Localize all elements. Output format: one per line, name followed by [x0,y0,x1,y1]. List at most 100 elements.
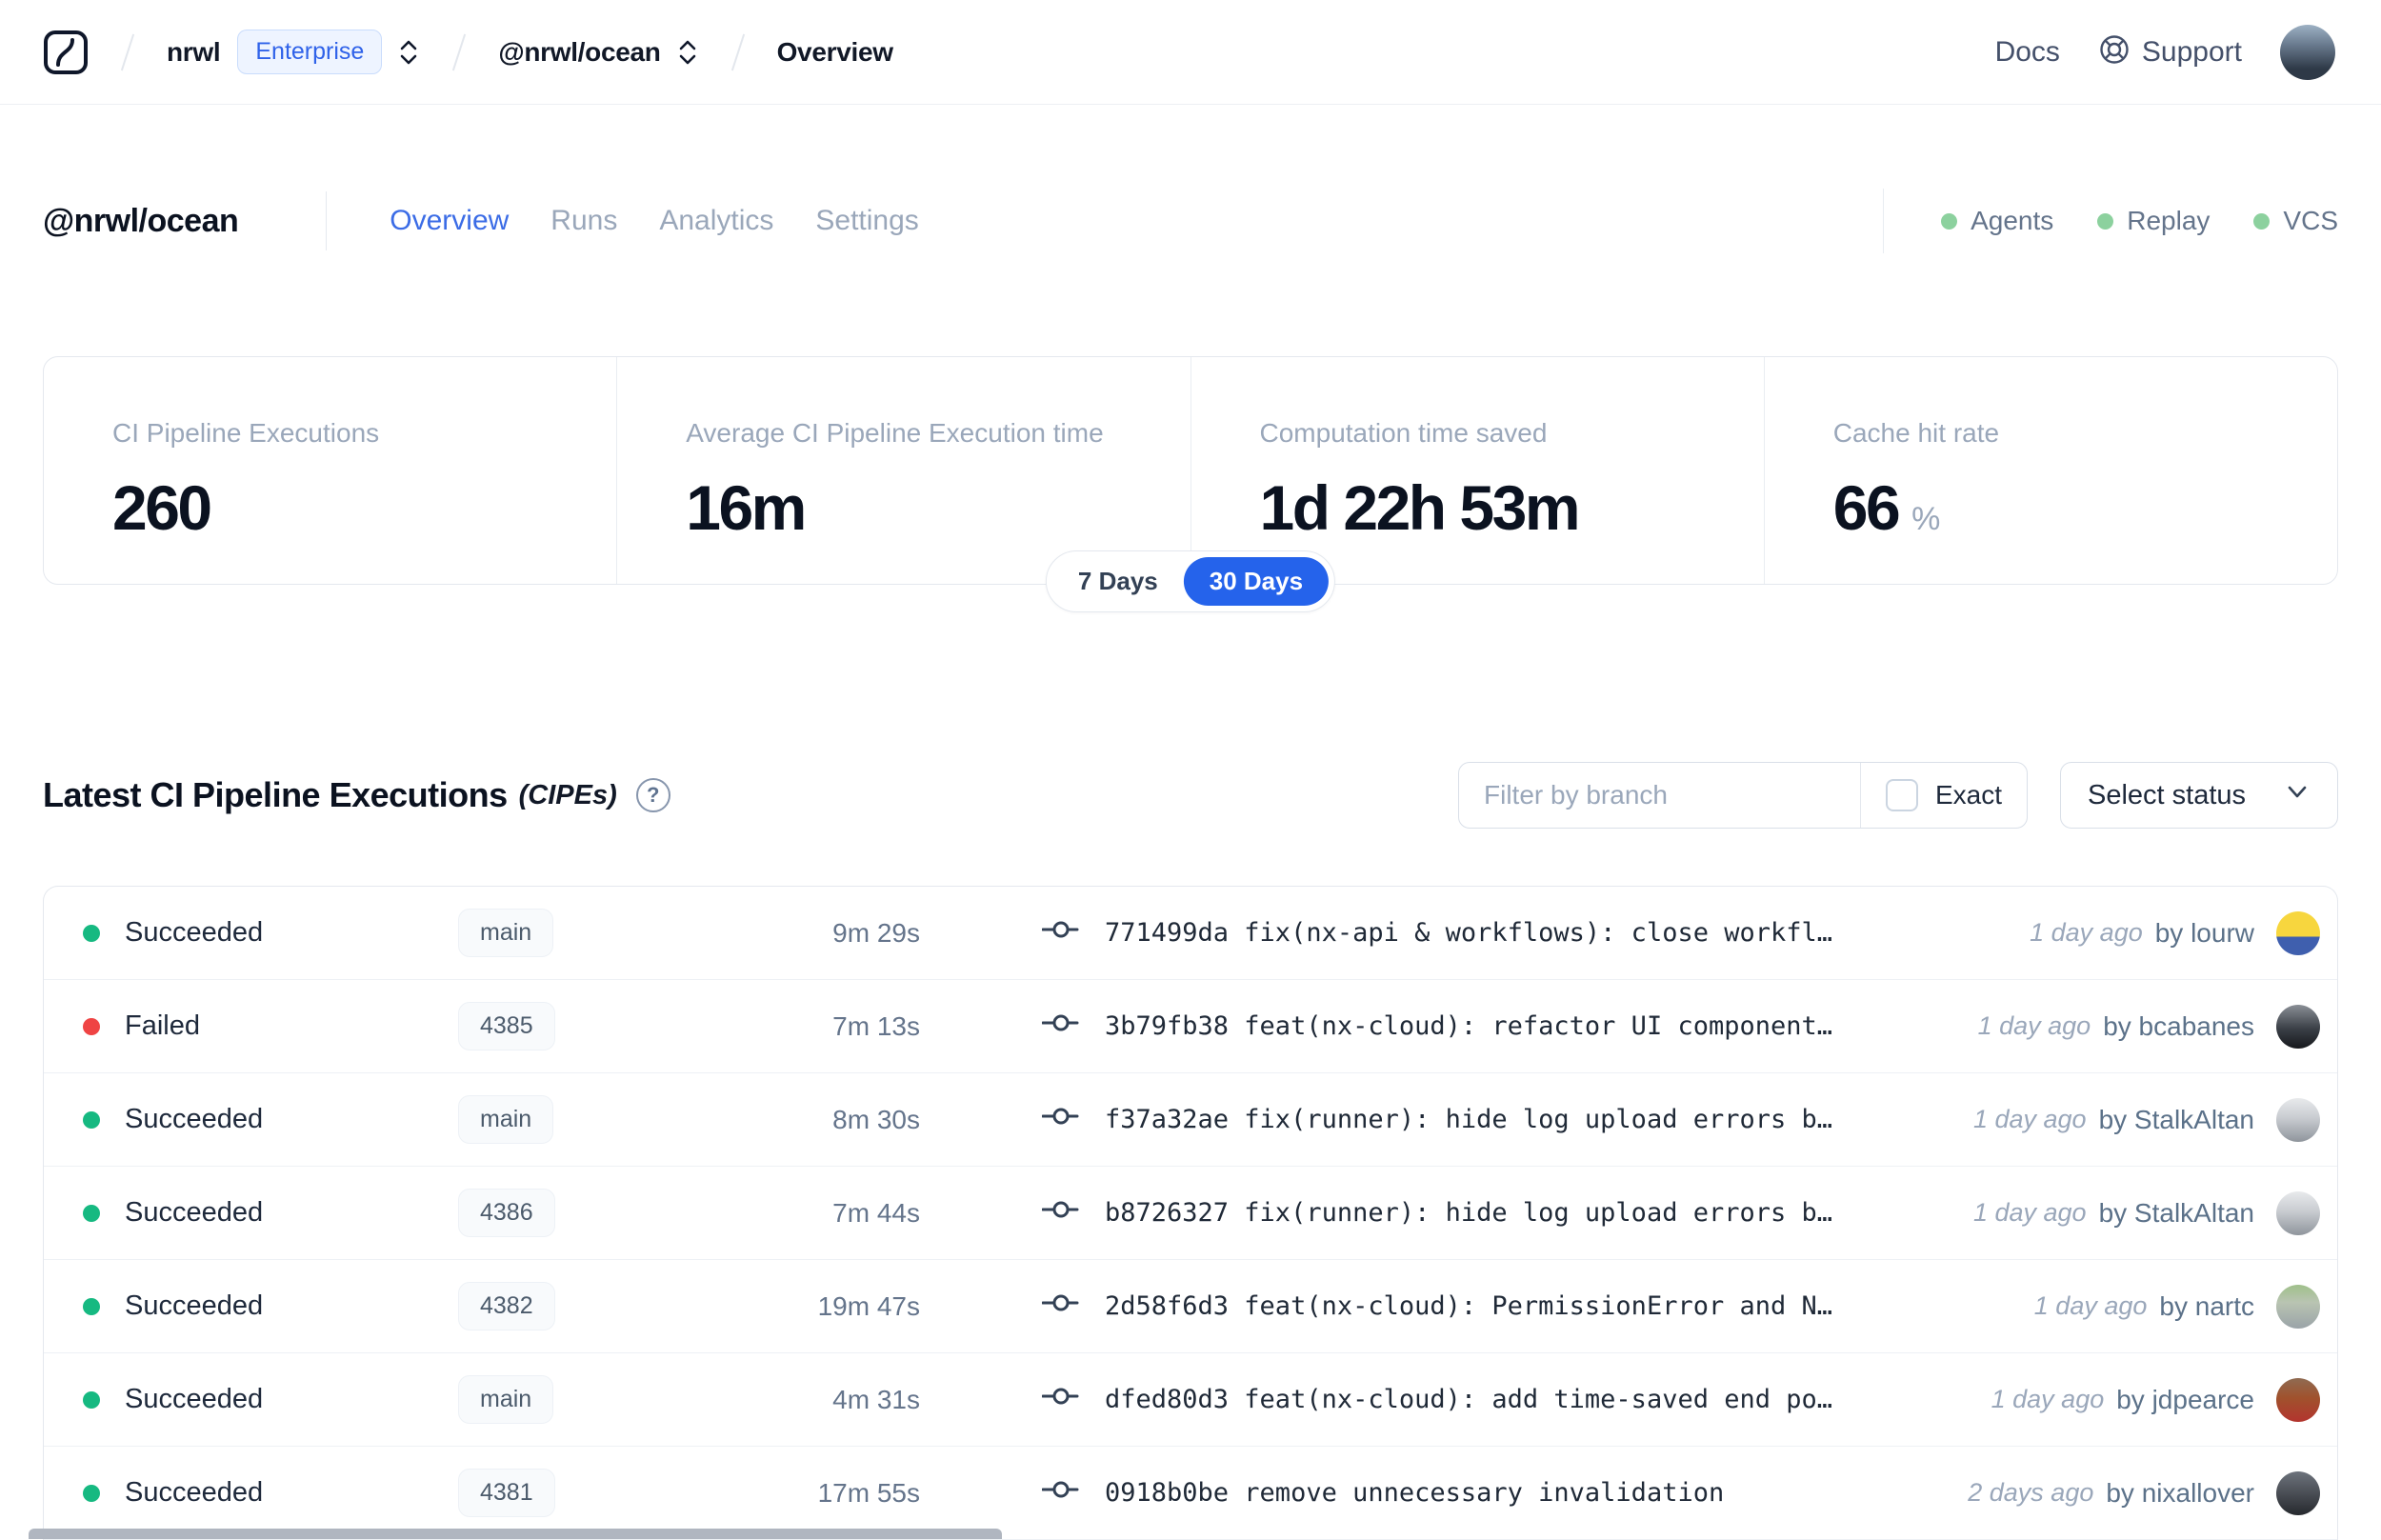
breadcrumb-workspace[interactable]: @nrwl/ocean [498,37,661,68]
nx-cloud-logo-icon[interactable] [43,30,89,75]
git-commit-icon [1041,1476,1082,1510]
time-ago-label: 1 day ago [1991,1385,2105,1413]
tab-analytics[interactable]: Analytics [659,205,773,237]
branch-badge[interactable]: 4381 [458,1469,555,1517]
org-switcher-chevron-up-down-icon[interactable] [397,38,420,67]
git-commit-icon [1041,916,1082,950]
date-range-toggle: 7 Days 30 Days [1045,550,1336,612]
cipe-list-filters: Exact Select status [1458,762,2338,829]
tab-overview[interactable]: Overview [390,205,509,237]
author-avatar [2276,1284,2320,1329]
help-question-circle-icon[interactable]: ? [635,778,670,812]
breadcrumb-org[interactable]: nrwl [167,37,221,68]
horizontal-scrollbar-thumb[interactable] [29,1529,1002,1539]
author-label: by StalkAltan [2098,1104,2254,1134]
status-label: Succeeded [125,1477,264,1508]
commit-cell[interactable]: b8726327 fix(runner): hide log upload er… [1041,1196,1945,1230]
duration-label: 17m 55s [817,1477,920,1508]
branch-filter-group: Exact [1458,762,2028,829]
branch-filter-input[interactable] [1459,763,1860,828]
author-label: by nartc [2159,1290,2254,1321]
main-content: @nrwl/ocean Overview Runs Analytics Sett… [0,189,2381,1540]
status-label: Failed [125,1010,200,1041]
tab-settings[interactable]: Settings [815,205,918,237]
cipe-table-row[interactable]: Failed 4385 7m 13s 3b79fb38 feat(nx-clou… [44,980,2337,1073]
branch-badge[interactable]: 4385 [458,1002,555,1050]
duration-label: 4m 31s [832,1384,920,1414]
stat-cache-hit-rate: Cache hit rate 66% [1763,357,2337,584]
commit-cell[interactable]: 2d58f6d3 feat(nx-cloud): PermissionError… [1041,1290,2006,1323]
range-7-days-button[interactable]: 7 Days [1052,557,1184,606]
workspace-switcher-chevron-up-down-icon[interactable] [676,38,699,67]
duration-label: 19m 47s [817,1290,920,1321]
git-commit-icon [1041,1103,1082,1136]
branch-cell: 4386 [458,1189,696,1237]
cipe-table-row[interactable]: Succeeded 4381 17m 55s 0918b0be remove u… [44,1447,2337,1540]
status-label: Succeeded [125,1104,264,1134]
branch-badge[interactable]: main [458,1095,554,1144]
author-label: by nixallover [2106,1477,2254,1508]
author-label: by StalkAltan [2098,1197,2254,1228]
docs-link[interactable]: Docs [1995,36,2060,69]
cipe-table-row[interactable]: Succeeded 4382 19m 47s 2d58f6d3 feat(nx-… [44,1260,2337,1353]
row-meta: 1 day ago by nartc [2006,1284,2320,1329]
status-select-dropdown[interactable]: Select status [2060,762,2338,829]
tab-runs[interactable]: Runs [550,205,617,237]
life-ring-icon [2098,33,2131,70]
support-label[interactable]: Support [2142,36,2242,69]
green-dot-icon [1941,212,1958,230]
commit-cell[interactable]: 771499da fix(nx-api & workflows): close … [1041,916,2001,950]
status-dot-icon [83,1017,100,1035]
cipe-table-row[interactable]: Succeeded main 4m 31s dfed80d3 feat(nx-c… [44,1353,2337,1447]
exact-toggle[interactable]: Exact [1861,763,2027,828]
stat-value: 16m [686,471,1190,544]
time-ago-label: 2 days ago [1968,1478,2094,1507]
cipe-table: Succeeded main 9m 29s 771499da fix(nx-ap… [43,886,2338,1540]
author-label: by lourw [2154,917,2254,948]
indicator-label: Agents [1971,206,2054,235]
exact-checkbox[interactable] [1885,779,1918,811]
range-30-days-button[interactable]: 30 Days [1183,557,1330,606]
cipe-list-header: Latest CI Pipeline Executions (CIPEs) ? … [43,762,2338,829]
row-meta: 1 day ago by bcabanes [1950,1004,2320,1049]
exact-label: Exact [1934,780,2002,810]
branch-badge[interactable]: 4386 [458,1189,555,1237]
enterprise-badge: Enterprise [237,30,383,74]
stat-number: 16m [686,472,807,543]
cipe-list-title-suffix: (CIPEs) [518,779,617,810]
support-link[interactable]: Support [2098,33,2242,70]
duration-label: 8m 30s [832,1104,920,1134]
commit-cell[interactable]: dfed80d3 feat(nx-cloud): add time-saved … [1041,1383,1963,1416]
stat-value: 66% [1833,471,2337,544]
duration-label: 7m 44s [832,1197,920,1228]
status-select-label: Select status [2088,779,2247,810]
status-dot-icon [83,924,100,942]
branch-badge[interactable]: main [458,1375,554,1424]
branch-cell: 4385 [458,1002,696,1050]
cipe-table-row[interactable]: Succeeded 4386 7m 44s b8726327 fix(runne… [44,1167,2337,1260]
time-ago-label: 1 day ago [2033,1291,2148,1320]
branch-cell: main [458,1375,696,1424]
stat-number: 66 [1832,472,1901,543]
breadcrumb-page: Overview [776,36,893,67]
status-dot-icon [83,1484,100,1502]
branch-badge[interactable]: main [458,909,554,957]
workspace-status-indicators: Agents Replay VCS [1883,189,2338,253]
cipe-table-row[interactable]: Succeeded main 8m 30s f37a32ae fix(runne… [44,1073,2337,1167]
commit-cell[interactable]: 3b79fb38 feat(nx-cloud): refactor UI com… [1041,1010,1950,1043]
git-commit-icon [1041,1383,1082,1416]
cipe-list-title-group: Latest CI Pipeline Executions (CIPEs) ? [43,775,670,815]
user-avatar[interactable] [2280,24,2335,80]
indicator-vcs: VCS [2253,206,2338,236]
branch-cell: 4382 [458,1282,696,1330]
cipe-table-row[interactable]: Succeeded main 9m 29s 771499da fix(nx-ap… [44,887,2337,980]
branch-cell: main [458,909,696,957]
commit-cell[interactable]: 0918b0be remove unnecessary invalidation [1041,1476,1939,1510]
chevron-down-icon [2284,778,2311,812]
stat-number: 260 [112,472,212,543]
branch-badge[interactable]: 4382 [458,1282,555,1330]
commit-cell[interactable]: f37a32ae fix(runner): hide log upload er… [1041,1103,1945,1136]
breadcrumb: nrwl Enterprise @nrwl/ocean Overview [43,30,893,75]
status-dot-icon [83,1390,100,1409]
time-ago-label: 1 day ago [1977,1011,2091,1040]
